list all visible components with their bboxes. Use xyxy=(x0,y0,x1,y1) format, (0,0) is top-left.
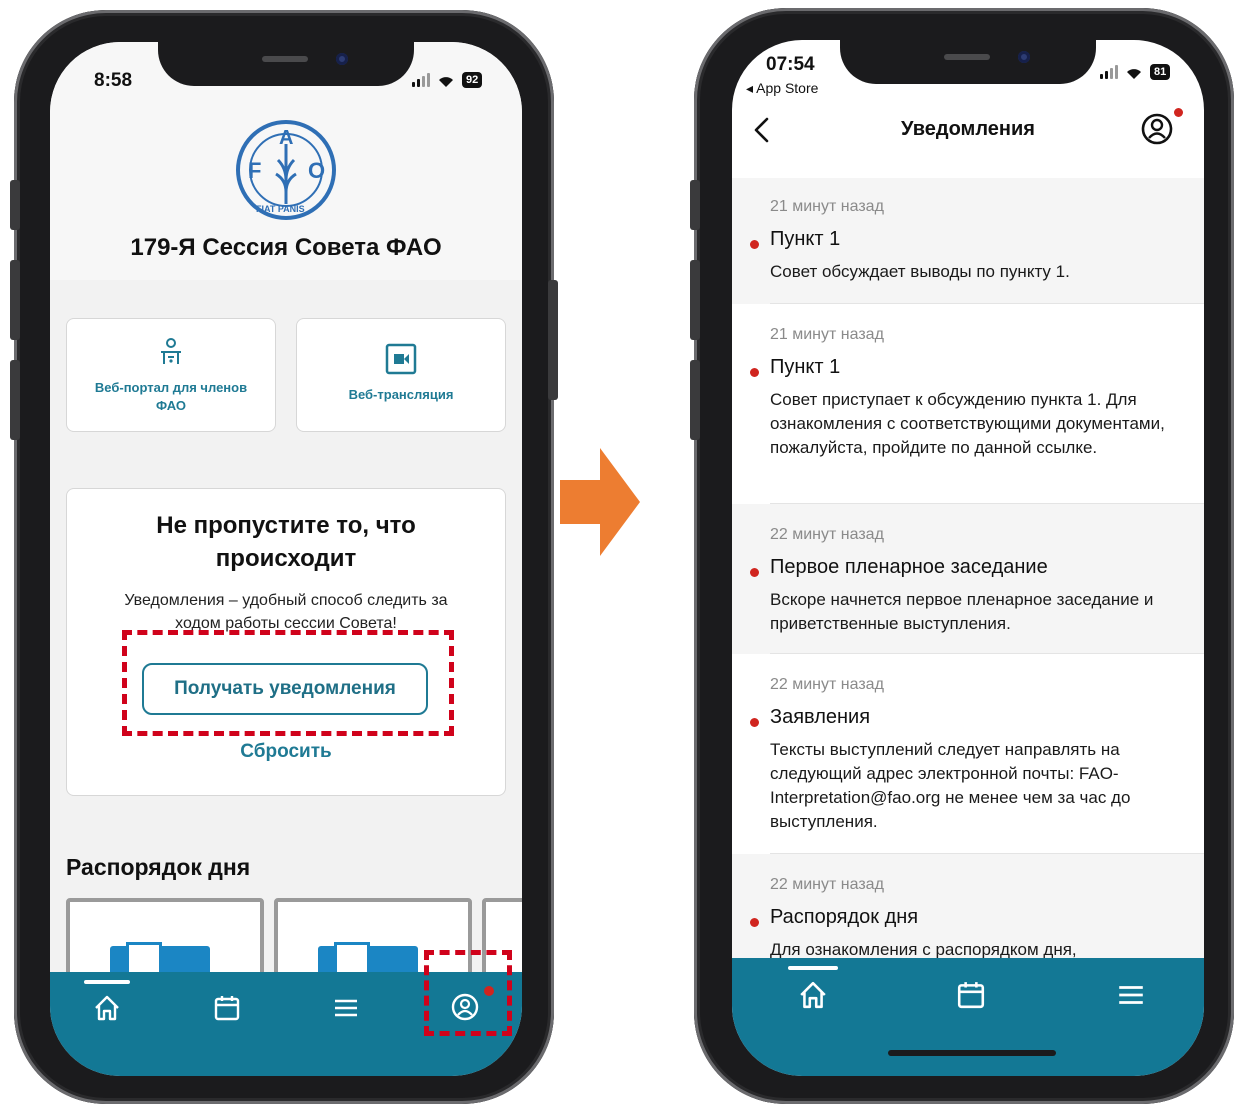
schedule-heading: Распорядок дня xyxy=(66,854,251,880)
unread-dot xyxy=(750,568,759,577)
notification-text: Совет обсуждает выводы по пункту 1. xyxy=(770,262,1070,281)
profile-icon[interactable] xyxy=(1140,112,1174,146)
active-tab-indicator xyxy=(788,966,838,970)
right-phone: 07:54 ◂ App Store 81 Уведомления 21 мину… xyxy=(690,8,1234,1104)
unread-dot xyxy=(750,240,759,249)
notification-title: Распорядок дня xyxy=(770,906,919,928)
notification-item[interactable]: 22 минут назад Распорядок дня Для ознако… xyxy=(732,854,1204,958)
notification-item[interactable]: 21 минут назад Пункт 1 Совет приступает … xyxy=(732,304,1204,504)
mute-switch xyxy=(690,180,700,230)
notification-title: Пункт 1 xyxy=(770,356,841,378)
notification-time: 21 минут назад xyxy=(770,326,884,343)
notifications-list: 21 минут назад Пункт 1 Совет обсуждает в… xyxy=(732,178,1204,958)
volume-up-button xyxy=(690,260,700,340)
active-tab-indicator xyxy=(84,980,130,984)
fao-logo: F A O FIAT PANIS xyxy=(236,120,336,220)
app-title: 179-Я Сессия Совета ФАО xyxy=(130,234,442,261)
transition-arrow xyxy=(560,448,640,556)
right-notch xyxy=(840,40,1096,84)
calendar-icon[interactable] xyxy=(956,980,986,1010)
calendar-icon[interactable] xyxy=(213,994,241,1022)
notification-item[interactable]: 22 минут назад Первое пленарное заседани… xyxy=(732,504,1204,654)
logo-letter-f: F xyxy=(248,158,261,183)
notification-time: 21 минут назад xyxy=(770,198,884,215)
webcast-label: Веб-трансляция xyxy=(348,387,454,402)
signal-icon xyxy=(412,73,430,87)
subscribe-highlight-box xyxy=(122,630,454,736)
status-icons: 81 xyxy=(1100,64,1171,80)
back-to-app-store[interactable]: ◂ App Store xyxy=(746,80,818,97)
left-screen: 8:58 92 F A O FIAT PANIS 179-Я Сессия Со… xyxy=(50,42,522,1076)
right-tab-bar xyxy=(732,958,1204,1076)
volume-up-button xyxy=(10,260,20,340)
front-camera xyxy=(336,53,348,65)
member-portal-label: Веб-портал для членов ФАО xyxy=(94,380,248,413)
notification-item[interactable]: 21 минут назад Пункт 1 Совет обсуждает в… xyxy=(732,178,1204,304)
promo-heading: Не пропустите то, что происходит xyxy=(156,512,416,572)
volume-down-button xyxy=(690,360,700,440)
battery-indicator: 92 xyxy=(462,72,483,88)
notification-item[interactable]: 22 минут назад Заявления Тексты выступле… xyxy=(732,654,1204,854)
front-camera xyxy=(1018,51,1030,63)
video-camera-icon xyxy=(385,343,417,375)
menu-icon[interactable] xyxy=(1116,980,1146,1010)
logo-letter-o: O xyxy=(308,158,325,183)
notification-text: Для ознакомления с распорядком дня, xyxy=(770,940,1077,958)
notification-title: Первое пленарное заседание xyxy=(770,556,1048,578)
notification-title: Заявления xyxy=(770,706,871,728)
status-icons: 92 xyxy=(412,72,483,88)
right-screen: 07:54 ◂ App Store 81 Уведомления 21 мину… xyxy=(732,40,1204,1076)
status-time: 8:58 xyxy=(94,70,133,91)
logo-letter-a: A xyxy=(279,127,293,149)
notification-time: 22 минут назад xyxy=(770,526,884,543)
signal-icon xyxy=(1100,65,1118,79)
member-portal-card[interactable]: Веб-портал для членов ФАО xyxy=(66,318,276,432)
wifi-icon xyxy=(1127,68,1141,79)
person-desk-icon xyxy=(161,338,181,364)
power-button xyxy=(548,280,558,400)
profile-highlight-box xyxy=(424,950,512,1036)
logo-motto: FIAT PANIS xyxy=(256,204,305,214)
notification-title: Пункт 1 xyxy=(770,228,841,250)
unread-dot xyxy=(750,368,759,377)
notification-time: 22 минут назад xyxy=(770,876,884,893)
status-time: 07:54 xyxy=(766,54,815,75)
notification-text: Тексты выступлений следует направлять на… xyxy=(770,740,1131,831)
profile-notification-dot xyxy=(1174,108,1183,117)
home-icon[interactable] xyxy=(93,994,121,1022)
notification-time: 22 минут назад xyxy=(770,676,884,693)
reset-link[interactable]: Сбросить xyxy=(67,741,505,763)
notifications-title: Уведомления xyxy=(901,118,1035,140)
home-icon[interactable] xyxy=(798,980,828,1010)
home-indicator xyxy=(888,1050,1056,1056)
left-phone: 8:58 92 F A O FIAT PANIS 179-Я Сессия Со… xyxy=(10,10,558,1104)
promo-text: Уведомления – удобный способ следить за … xyxy=(124,592,448,632)
notification-text: Вскоре начнется первое пленарное заседан… xyxy=(770,590,1154,633)
battery-indicator: 81 xyxy=(1150,64,1171,80)
menu-icon[interactable] xyxy=(332,994,360,1022)
notification-text: Совет приступает к обсуждению пункта 1. … xyxy=(770,390,1165,457)
earpiece xyxy=(262,56,308,62)
unread-dot xyxy=(750,918,759,927)
mute-switch xyxy=(10,180,20,230)
unread-dot xyxy=(750,718,759,727)
webcast-card[interactable]: Веб-трансляция xyxy=(296,318,506,432)
earpiece xyxy=(944,54,990,60)
volume-down-button xyxy=(10,360,20,440)
left-notch xyxy=(158,42,414,86)
wifi-icon xyxy=(439,76,453,87)
